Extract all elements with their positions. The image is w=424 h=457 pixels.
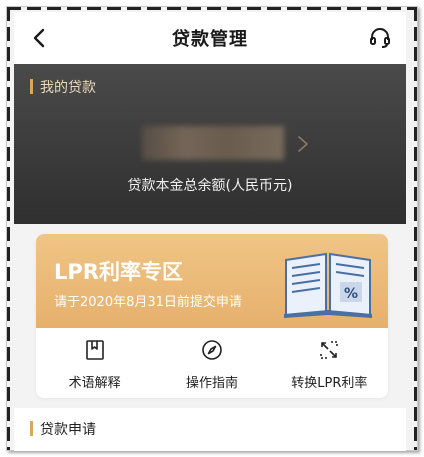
frame-edge-left <box>7 7 10 450</box>
my-loan-card[interactable]: 我的贷款 贷款本金总余额(人民币元) <box>14 64 406 224</box>
shortcut-guide-label: 操作指南 <box>185 376 238 391</box>
frame-edge-right <box>414 7 417 450</box>
loan-amount-label: 贷款本金总余额(人民币元) <box>127 178 293 194</box>
svg-text:%: % <box>344 286 358 302</box>
shortcut-glossary-label: 术语解释 <box>68 376 121 391</box>
customer-service-button[interactable] <box>368 26 392 50</box>
back-button[interactable] <box>28 26 52 50</box>
shortcut-glossary[interactable]: 术语解释 <box>36 328 153 398</box>
section-accent-bar <box>30 79 33 94</box>
loan-application-title: 贷款申请 <box>40 422 96 438</box>
convert-arrows-icon <box>320 341 339 359</box>
nav-header: 贷款管理 <box>14 12 406 64</box>
lpr-title: LPR利率专区 <box>54 260 183 284</box>
shortcut-convert-lpr-label: 转换LPR利率 <box>291 376 368 391</box>
lpr-zone-card: LPR利率专区 请于2020年8月31日前提交申请 % 术语解释 操作指南 转换… <box>36 234 388 398</box>
shortcut-convert-lpr[interactable]: 转换LPR利率 <box>271 328 388 398</box>
lpr-banner[interactable]: LPR利率专区 请于2020年8月31日前提交申请 % <box>36 234 388 328</box>
chevron-left-icon <box>33 28 45 48</box>
section-accent-bar <box>30 421 33 436</box>
shortcut-guide[interactable]: 操作指南 <box>153 328 270 398</box>
bookmark-book-icon <box>85 340 104 360</box>
chevron-right-icon[interactable] <box>296 134 310 154</box>
loan-application-section[interactable]: 贷款申请 <box>14 408 406 451</box>
my-loan-section-title: 我的贷款 <box>40 80 96 96</box>
headset-icon <box>370 28 390 48</box>
lpr-deadline-text: 请于2020年8月31日前提交申请 <box>54 295 242 310</box>
compass-icon <box>202 340 222 360</box>
lpr-shortcuts: 术语解释 操作指南 转换LPR利率 <box>36 328 388 398</box>
loan-amount-blurred <box>142 126 284 160</box>
percent-book-illustration: % <box>284 252 372 318</box>
page-title: 贷款管理 <box>172 29 248 50</box>
frame-edge-top <box>7 7 417 10</box>
